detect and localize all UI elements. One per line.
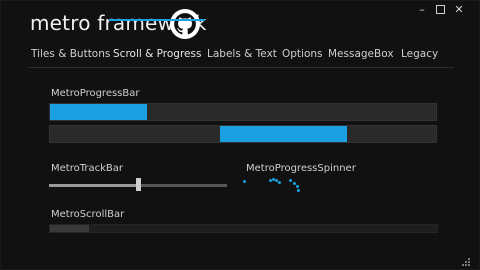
maximize-icon xyxy=(435,5,445,14)
trackbar-fill xyxy=(49,184,138,187)
progress-bar-marquee-fill xyxy=(219,126,348,142)
trackbar-label: MetroTrackBar xyxy=(51,163,123,174)
scrollbar-thumb[interactable] xyxy=(50,225,89,232)
tab-legacy[interactable]: Legacy xyxy=(401,48,438,60)
spinner-dot xyxy=(243,180,246,183)
spinner-dot xyxy=(278,181,281,184)
spinner-dot xyxy=(297,189,300,192)
scrollbar-label: MetroScrollBar xyxy=(51,209,125,220)
spinner-dot xyxy=(296,185,299,188)
progress-bar-marquee xyxy=(49,125,437,143)
resize-grip-icon[interactable] xyxy=(461,258,471,266)
github-icon[interactable] xyxy=(170,9,200,39)
progress-spinner xyxy=(243,172,311,196)
progressbar-label: MetroProgressBar xyxy=(51,88,140,99)
tab-options[interactable]: Options xyxy=(282,48,323,60)
close-button[interactable]: ✕ xyxy=(452,3,466,17)
tab-strip: Tiles & Buttons Scroll & Progress Labels… xyxy=(28,48,454,68)
maximize-button[interactable] xyxy=(433,3,447,17)
tab-scroll-progress[interactable]: Scroll & Progress xyxy=(113,48,201,60)
progress-bar-fill xyxy=(50,104,147,120)
progress-bar xyxy=(49,103,437,121)
main-window: metro framework – ✕ Tiles & Buttons Scro… xyxy=(0,0,480,270)
spinner-dot xyxy=(289,179,292,182)
trackbar-thumb[interactable] xyxy=(136,178,141,191)
scrollbar[interactable] xyxy=(49,224,438,233)
active-tab-indicator xyxy=(109,19,205,21)
tab-tiles-buttons[interactable]: Tiles & Buttons xyxy=(31,48,110,60)
tab-labels-text[interactable]: Labels & Text xyxy=(207,48,277,60)
minimize-button[interactable]: – xyxy=(415,3,429,17)
tab-divider xyxy=(28,67,454,68)
tab-messagebox[interactable]: MessageBox xyxy=(328,48,394,60)
